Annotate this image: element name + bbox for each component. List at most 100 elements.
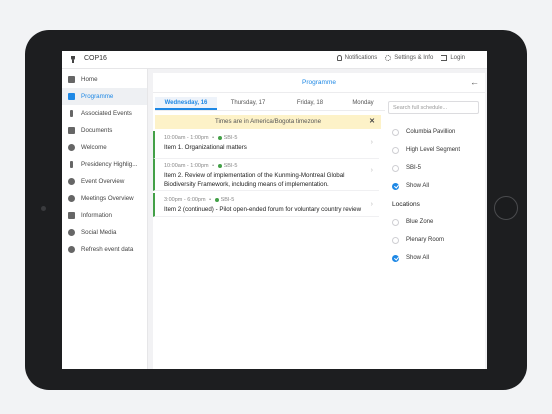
radio-button xyxy=(392,236,399,244)
filter-label: SBI-5 xyxy=(406,165,422,171)
close-icon[interactable]: ✕ xyxy=(369,115,375,129)
radio-button xyxy=(392,146,399,154)
chevron-right-icon: › xyxy=(370,139,373,146)
folder-icon xyxy=(68,212,75,219)
sidebar-item-associated-events[interactable]: Associated Events xyxy=(62,105,147,122)
sidebar-item-refresh[interactable]: Refresh event data xyxy=(62,241,147,258)
filter-option-show-all-tracks[interactable]: Show All xyxy=(392,181,429,191)
chevron-right-icon: › xyxy=(370,201,373,208)
session-tag: SBI-5 xyxy=(223,135,238,141)
programme-panel: Programme ← Wednesday, 16 Thursday, 17 F… xyxy=(153,73,485,369)
notifications-button[interactable]: Notifications xyxy=(336,55,378,61)
filter-label: Blue Zone xyxy=(406,219,434,225)
filter-option-blue-zone[interactable]: Blue Zone xyxy=(392,217,433,227)
session-title: Item 2 (continued) - Pilot open-ended fo… xyxy=(164,206,362,213)
timezone-banner: Times are in America/Bogota timezone ✕ xyxy=(155,115,381,129)
checkmark-icon xyxy=(392,254,399,262)
session-time: 10:00am - 1:00pm xyxy=(164,163,209,169)
sidebar-item-label: Associated Events xyxy=(81,110,132,117)
session-meta: 3:00pm - 6:00pm • SBI-5 xyxy=(164,197,235,203)
sidebar-item-documents[interactable]: Documents xyxy=(62,122,147,139)
checkmark-icon xyxy=(392,182,399,190)
filter-option-plenary-room[interactable]: Plenary Room xyxy=(392,235,444,245)
radio-button xyxy=(392,164,399,172)
sidebar-item-programme[interactable]: Programme xyxy=(62,88,147,105)
filter-option-sbi-5[interactable]: SBI-5 xyxy=(392,163,421,173)
login-button[interactable]: Login xyxy=(441,55,465,61)
locations-heading: Locations xyxy=(392,201,420,208)
camera-dot xyxy=(41,206,46,211)
app-title: COP16 xyxy=(84,55,107,62)
sidebar-item-label: Welcome xyxy=(81,144,107,151)
settings-label: Settings & Info xyxy=(394,55,434,61)
session-tag: SBI-5 xyxy=(223,163,238,169)
filter-label: High Level Segment xyxy=(406,147,461,153)
sidebar-item-meetings-overview[interactable]: Meetings Overview xyxy=(62,190,147,207)
filter-option-columbia-pavillion[interactable]: Columbia Pavillion xyxy=(392,127,455,137)
bell-icon xyxy=(336,55,342,61)
home-icon xyxy=(68,76,75,83)
session-tag: SBI-5 xyxy=(220,197,235,203)
gear-icon xyxy=(385,55,392,61)
sidebar-item-label: Social Media xyxy=(81,229,117,236)
top-bar: COP16 Notifications Settings & Info Logi… xyxy=(62,51,487,69)
radio-button xyxy=(392,128,399,136)
panel-header: Programme ← xyxy=(153,73,485,93)
tab-wednesday-16[interactable]: Wednesday, 16 xyxy=(155,97,217,110)
sidebar: Home Programme Associated Events Documen… xyxy=(62,69,148,369)
session-row[interactable]: 3:00pm - 6:00pm • SBI-5 Item 2 (continue… xyxy=(153,193,379,217)
session-time: 10:00am - 1:00pm xyxy=(164,135,209,141)
chevron-right-icon: › xyxy=(370,167,373,174)
sidebar-item-label: Information xyxy=(81,212,112,219)
filter-label: Show All xyxy=(406,183,430,189)
sidebar-item-information[interactable]: Information xyxy=(62,207,147,224)
sidebar-item-presidency-highlights[interactable]: Presidency Highlig... xyxy=(62,156,147,173)
filter-option-high-level-segment[interactable]: High Level Segment xyxy=(392,145,460,155)
session-title: Item 1. Organizational matters xyxy=(164,144,247,151)
trophy-icon xyxy=(70,56,76,64)
app-screen: COP16 Notifications Settings & Info Logi… xyxy=(62,51,487,369)
filter-label: Show All xyxy=(406,255,430,261)
sidebar-item-label: Programme xyxy=(81,93,114,100)
hand-icon xyxy=(68,144,75,151)
page-title: Programme xyxy=(302,79,336,86)
calendar-icon xyxy=(68,93,75,100)
settings-button[interactable]: Settings & Info xyxy=(385,55,433,61)
session-time: 3:00pm - 6:00pm xyxy=(164,197,206,203)
info-icon xyxy=(70,110,73,117)
info-icon xyxy=(70,161,73,168)
login-label: Login xyxy=(450,55,465,61)
star-icon xyxy=(68,229,75,236)
filter-label: Plenary Room xyxy=(406,237,445,243)
sidebar-item-social-media[interactable]: Social Media xyxy=(62,224,147,241)
sidebar-item-event-overview[interactable]: Event Overview xyxy=(62,173,147,190)
track-dot xyxy=(217,164,222,168)
session-row[interactable]: 10:00am - 1:00pm • SBI-5 Item 1. Organiz… xyxy=(153,131,379,159)
folder-icon xyxy=(68,127,75,134)
search-input[interactable]: Search full schedule... xyxy=(388,101,479,114)
eye-icon xyxy=(68,178,75,185)
timezone-text: Times are in America/Bogota timezone xyxy=(214,118,322,125)
tab-friday-18[interactable]: Friday, 18 xyxy=(279,97,341,110)
filters-panel: Search full schedule... Columbia Pavilli… xyxy=(388,97,483,367)
login-icon xyxy=(441,55,448,61)
session-title: Item 2. Review of implementation of the … xyxy=(164,172,345,188)
radio-button xyxy=(392,218,399,226)
tab-monday[interactable]: Monday xyxy=(341,97,385,110)
day-tabs: Wednesday, 16 Thursday, 17 Friday, 18 Mo… xyxy=(155,97,385,111)
home-button[interactable] xyxy=(494,196,518,220)
sidebar-item-welcome[interactable]: Welcome xyxy=(62,139,147,156)
session-row[interactable]: 10:00am - 1:00pm • SBI-5 Item 2. Review … xyxy=(153,159,379,191)
sidebar-item-label: Meetings Overview xyxy=(81,195,134,202)
session-meta: 10:00am - 1:00pm • SBI-5 xyxy=(164,135,238,141)
sidebar-item-label: Presidency Highlig... xyxy=(81,161,138,168)
notifications-label: Notifications xyxy=(344,55,378,61)
track-dot xyxy=(217,136,222,140)
sidebar-item-label: Refresh event data xyxy=(81,246,134,253)
filter-label: Columbia Pavillion xyxy=(406,129,456,135)
sidebar-item-home[interactable]: Home xyxy=(62,71,147,88)
track-dot xyxy=(214,198,219,202)
tab-thursday-17[interactable]: Thursday, 17 xyxy=(217,97,279,110)
filter-option-show-all-locations[interactable]: Show All xyxy=(392,253,429,263)
arrow-left-icon[interactable]: ← xyxy=(470,77,479,87)
